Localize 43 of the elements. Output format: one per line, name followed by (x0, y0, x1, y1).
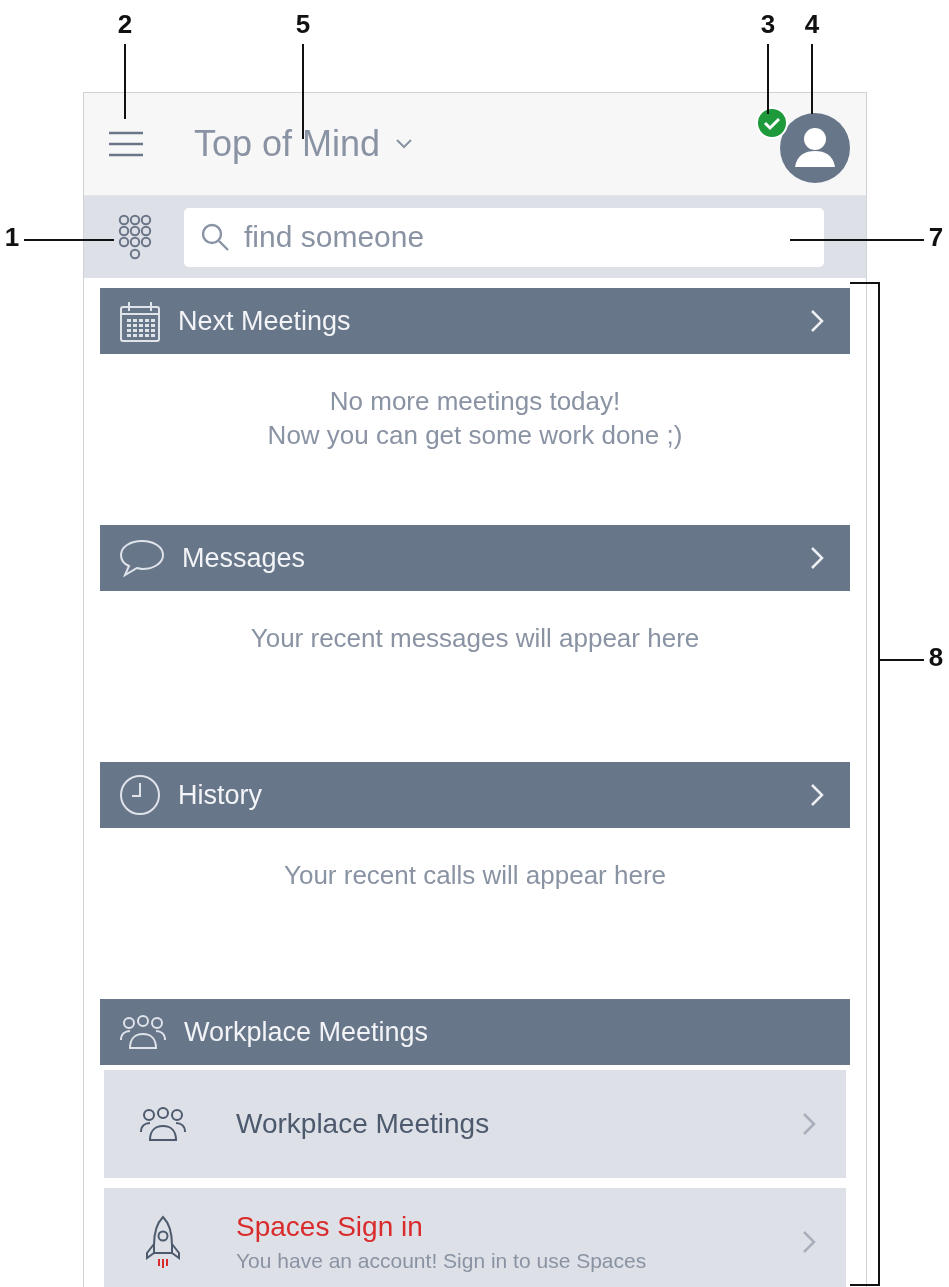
chevron-right-icon (810, 546, 824, 570)
empty-message: No more meetings today! (329, 385, 621, 418)
leader-line (880, 659, 924, 661)
section-title: Next Meetings (178, 305, 351, 337)
search-field[interactable]: find someone (184, 207, 824, 267)
section-header[interactable]: History (100, 762, 850, 828)
calendar-icon (118, 299, 162, 343)
view-selector[interactable]: Top of Mind (194, 123, 415, 165)
section-title: Workplace Meetings (184, 1016, 429, 1048)
chevron-right-icon (802, 1112, 816, 1136)
speech-bubble-icon (118, 538, 166, 578)
list-item[interactable]: Spaces Sign in You have an account! Sign in to use Spaces (104, 1188, 846, 1287)
callout-number: 2 (116, 10, 134, 38)
item-title: Workplace Meetings (236, 1108, 491, 1140)
empty-message: Your recent messages will appear here (250, 622, 700, 655)
section-header[interactable]: Messages (100, 525, 850, 591)
clock-icon (118, 773, 162, 817)
section-title: History (178, 779, 262, 811)
chevron-right-icon (802, 1230, 816, 1254)
item-title: Spaces Sign in (236, 1211, 424, 1243)
callout-number: 8 (927, 643, 945, 671)
avatar-icon[interactable] (780, 113, 850, 183)
leader-line (767, 44, 769, 114)
menu-icon[interactable] (108, 131, 144, 157)
callout-number: 3 (759, 10, 777, 38)
callout-number: 7 (927, 223, 945, 251)
section-title: Messages (182, 542, 306, 574)
list-item[interactable]: Workplace Meetings (104, 1070, 846, 1178)
people-icon (138, 1106, 188, 1142)
callout-number: 4 (803, 10, 821, 38)
section-header[interactable]: Next Meetings (100, 288, 850, 354)
leader-line (811, 44, 813, 114)
callout-number: 1 (3, 223, 21, 251)
empty-message: Your recent calls will appear here (284, 859, 666, 892)
chevron-down-icon (394, 138, 415, 150)
item-subtitle: You have an account! Sign in to use Spaces (236, 1249, 648, 1273)
section-header[interactable]: Workplace Meetings (100, 999, 850, 1065)
chevron-right-icon (810, 783, 824, 807)
people-icon (118, 1014, 168, 1050)
callout-number: 5 (294, 10, 312, 38)
search-icon (200, 221, 230, 252)
chevron-right-icon (810, 309, 824, 333)
empty-message: Now you can get some work done ;) (267, 419, 683, 452)
